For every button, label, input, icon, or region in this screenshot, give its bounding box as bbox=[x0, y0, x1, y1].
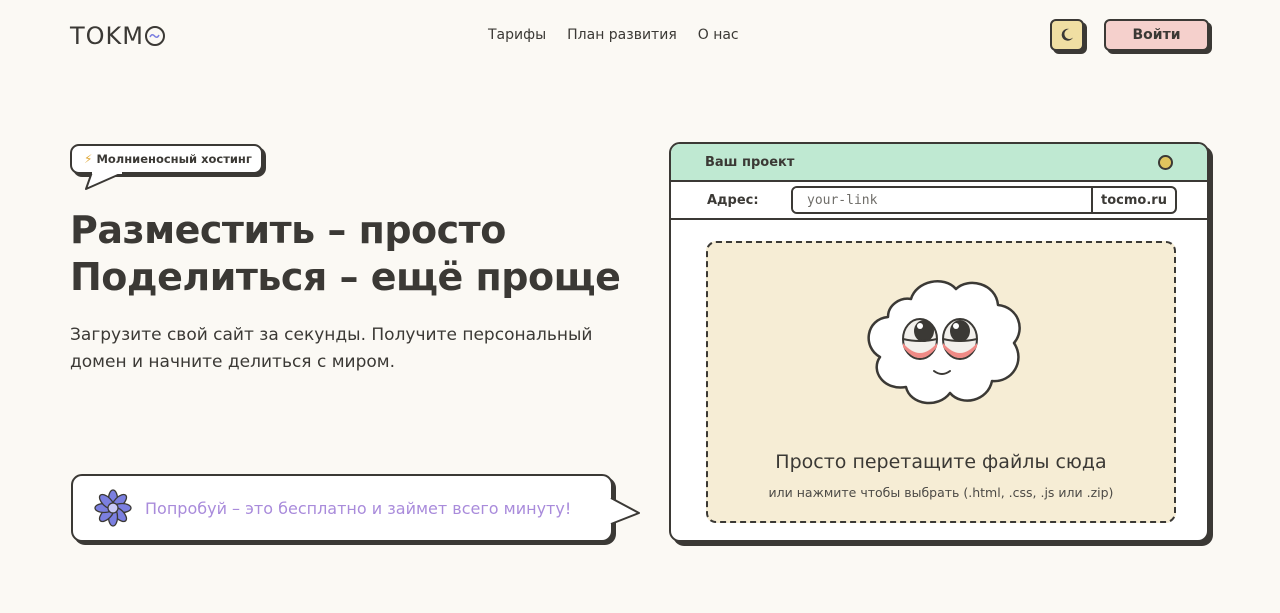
nav-about[interactable]: О нас bbox=[698, 27, 739, 43]
hero-title-line1: Разместить – просто bbox=[70, 208, 506, 252]
cta-tail bbox=[609, 497, 640, 525]
nav-pricing[interactable]: Тарифы bbox=[488, 27, 546, 43]
dropzone-hint: или нажмите чтобы выбрать (.html, .css, … bbox=[768, 485, 1114, 500]
address-field: tocmo.ru bbox=[791, 186, 1177, 214]
address-label: Адрес: bbox=[707, 192, 759, 208]
dropzone-title: Просто перетащите файлы сюда bbox=[775, 451, 1107, 473]
theme-toggle-button[interactable] bbox=[1050, 19, 1084, 51]
hero-title: Разместить – просто Поделиться – ещё про… bbox=[70, 207, 621, 301]
cta-text: Попробуй – это бесплатно и займет всего … bbox=[145, 498, 572, 518]
main-nav: Тарифы План развития О нас bbox=[488, 27, 739, 43]
dropzone[interactable]: Просто перетащите файлы сюда или нажмите… bbox=[706, 241, 1176, 523]
cta-bubble[interactable]: Попробуй – это бесплатно и займет всего … bbox=[71, 474, 613, 542]
nav-roadmap[interactable]: План развития bbox=[567, 27, 677, 43]
card-title: Ваш проект bbox=[705, 154, 795, 170]
status-dot-icon bbox=[1158, 154, 1173, 170]
hero-badge: ⚡ Молниеносный хостинг bbox=[70, 144, 263, 174]
address-row: Адрес: tocmo.ru bbox=[671, 182, 1207, 220]
badge-text: Молниеносный хостинг bbox=[96, 152, 252, 166]
login-button[interactable]: Войти bbox=[1104, 19, 1209, 51]
lightning-icon: ⚡ bbox=[84, 152, 93, 166]
cloud-mascot-icon bbox=[867, 280, 1021, 405]
logo[interactable]: TOKM bbox=[70, 22, 165, 50]
hero-subtitle: Загрузите свой сайт за секунды. Получите… bbox=[70, 325, 593, 372]
upload-card: Ваш проект Адрес: tocmo.ru Про bbox=[669, 142, 1209, 542]
domain-suffix: tocmo.ru bbox=[1091, 188, 1175, 212]
hero-title-line2: Поделиться – ещё проще bbox=[70, 255, 621, 299]
logo-wave-icon bbox=[145, 26, 165, 46]
badge-tail bbox=[85, 172, 122, 190]
logo-text: TOKM bbox=[70, 22, 144, 50]
address-input[interactable] bbox=[793, 188, 1091, 212]
moon-icon bbox=[1061, 28, 1073, 41]
flower-icon bbox=[94, 489, 132, 527]
card-header: Ваш проект bbox=[671, 144, 1207, 182]
